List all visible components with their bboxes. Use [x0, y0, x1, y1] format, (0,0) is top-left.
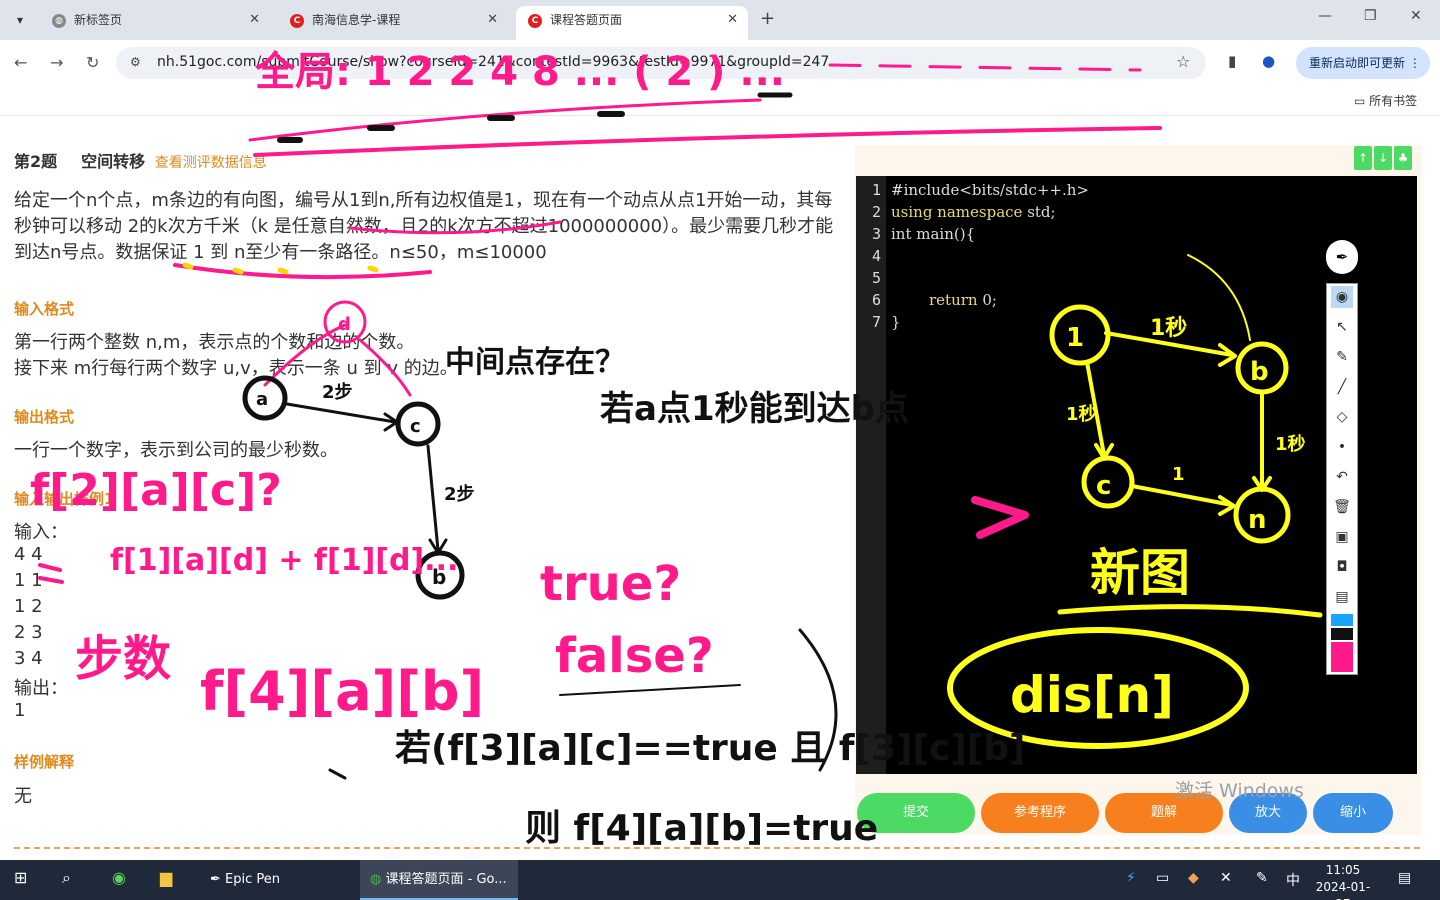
line-number: 6	[872, 291, 882, 309]
sample-input-label: 输入：	[14, 522, 68, 543]
ime-indicator[interactable]: 中	[1286, 870, 1300, 890]
clipboard-icon[interactable]: ▤	[1331, 586, 1353, 608]
problem-description: 给定一个n个点，m条边的有向图，编号从1到n,所有边权值是1，现在有一个动点从点…	[14, 190, 834, 263]
back-button[interactable]: ←	[14, 53, 27, 72]
line-number: 3	[872, 225, 882, 243]
tray-app-icon[interactable]: ⚡	[1126, 870, 1136, 886]
pen-tray-icon[interactable]: ✎	[1256, 870, 1268, 886]
epic-pen-handle-icon[interactable]: ✒	[1326, 240, 1358, 274]
close-window-button[interactable]: ✕	[1410, 8, 1422, 24]
globe-icon: ◍	[52, 13, 66, 28]
tab-bar: ▾ ◍ 新标签页 ✕ C 南海信息学-课程 ✕ C 课程答题页面 ✕ + — ❐ ✕	[0, 0, 1440, 40]
tray-app-icon[interactable]: ◆	[1188, 870, 1199, 886]
output-format-text: 一行一个数字，表示到公司的最少秒数。	[14, 440, 338, 461]
line-number: 2	[872, 203, 882, 221]
tab-course[interactable]: C 南海信息学-课程 ✕	[278, 6, 508, 40]
line-number: 5	[872, 269, 882, 287]
notification-icon[interactable]: ▤	[1398, 870, 1411, 886]
tab-search-icon[interactable]: ▾	[8, 8, 32, 32]
line-number: 7	[872, 313, 882, 331]
forward-button[interactable]: →	[50, 53, 63, 72]
url-text: nh.51goc.com/submitCourse/show?courseId=…	[157, 54, 830, 70]
taskbar-app-epic-pen[interactable]: ✒ Epic Pen	[200, 860, 354, 900]
side-panel-icon[interactable]: ▮	[1228, 52, 1236, 70]
search-icon[interactable]: ⌕	[62, 868, 71, 888]
code-line: }	[891, 313, 901, 331]
taskbar-app-chrome[interactable]: ◍ 课程答题页面 - Go...	[360, 860, 518, 900]
explain-text: 无	[14, 786, 32, 807]
line-number: 1	[872, 181, 882, 199]
cursor-icon[interactable]: ↖	[1331, 316, 1353, 338]
submit-button[interactable]: 提交	[857, 793, 975, 833]
scroll-up-button[interactable]: ↑	[1354, 146, 1372, 170]
pin-button[interactable]: ♣	[1394, 146, 1412, 170]
brush-size-icon[interactable]: •	[1331, 436, 1353, 458]
profile-icon[interactable]: ●	[1262, 52, 1275, 70]
trash-icon[interactable]: 🗑	[1331, 496, 1353, 518]
site-info-icon[interactable]: ⚙	[130, 55, 141, 69]
eye-icon[interactable]: ◉	[1331, 286, 1353, 308]
input-format-line: 接下来 m行每行两个数字 u,v，表示一条 u 到 v 的边。	[14, 358, 458, 379]
all-bookmarks[interactable]: ▭ 所有书签	[1354, 92, 1417, 109]
output-format-title: 输出格式	[14, 408, 75, 426]
close-tab-icon[interactable]: ✕	[727, 6, 738, 34]
epic-pen-icon: ✒	[210, 872, 226, 887]
volume-icon[interactable]: ✕	[1220, 870, 1232, 886]
start-icon[interactable]: ⊞	[14, 868, 27, 887]
app-icon[interactable]: ◉	[112, 868, 126, 887]
eraser-icon[interactable]: ◇	[1331, 406, 1353, 428]
new-tab-button[interactable]: +	[760, 8, 775, 29]
tab-new[interactable]: ◍ 新标签页 ✕	[40, 6, 270, 40]
input-format-title: 输入格式	[14, 300, 75, 318]
clock[interactable]: 11:052024-01-27	[1310, 862, 1376, 900]
site-favicon-icon: C	[528, 13, 542, 28]
chrome-icon: ◍	[370, 872, 386, 887]
sample-input-line: 1 2	[14, 596, 43, 617]
folder-icon: ▭	[1354, 94, 1370, 108]
sample-input-line: 2 3	[14, 622, 43, 643]
bookmark-bar	[0, 86, 1440, 116]
sample-input-line: 3 4	[14, 648, 43, 669]
screen: ▾ ◍ 新标签页 ✕ C 南海信息学-课程 ✕ C 课程答题页面 ✕ + — ❐ ✕ …	[0, 0, 1440, 900]
code-line: using namespace std;	[891, 203, 1056, 221]
camera-icon[interactable]: ◘	[1331, 556, 1353, 578]
explain-title: 样例解释	[14, 753, 75, 771]
line-gutter	[856, 176, 886, 774]
color-swatch-icon[interactable]	[1331, 642, 1353, 672]
pen-icon[interactable]: ✎	[1331, 346, 1353, 368]
close-tab-icon[interactable]: ✕	[249, 6, 260, 34]
color-swatch-icon[interactable]	[1331, 614, 1353, 626]
restore-button[interactable]: ❐	[1364, 8, 1377, 24]
eval-data-link[interactable]: 查看测评数据信息	[155, 155, 267, 171]
line-number: 4	[872, 247, 882, 265]
color-swatch-icon[interactable]	[1331, 628, 1353, 640]
problem-title: 第2题 空间转移 查看测评数据信息	[14, 152, 267, 171]
close-tab-icon[interactable]: ✕	[487, 6, 498, 34]
tab-answer-page[interactable]: C 课程答题页面 ✕	[516, 6, 748, 40]
reload-button[interactable]: ↻	[86, 53, 99, 72]
zoom-out-button[interactable]: 缩小	[1313, 793, 1393, 833]
bookmark-star-icon[interactable]: ☆	[1176, 52, 1190, 71]
scroll-down-button[interactable]: ↓	[1374, 146, 1392, 170]
code-line: int main(){	[891, 225, 976, 243]
sample-input-line: 1 1	[14, 570, 43, 591]
site-favicon-icon: C	[290, 13, 304, 28]
file-explorer-icon[interactable]: ▆	[160, 868, 172, 887]
sample-title: 输入输出样例1	[14, 490, 115, 508]
activate-windows-watermark: 激活 Windows	[1175, 780, 1304, 802]
reference-program-button[interactable]: 参考程序	[981, 793, 1099, 833]
input-format-line: 第一行两个整数 n,m，表示点的个数和边的个数。	[14, 332, 415, 353]
sample-input-line: 4 4	[14, 544, 43, 565]
sample-output-label: 输出：	[14, 678, 68, 699]
whiteboard-icon[interactable]: ▣	[1331, 526, 1353, 548]
undo-icon[interactable]: ↶	[1331, 466, 1353, 488]
network-icon[interactable]: ▭	[1156, 870, 1169, 886]
minimize-button[interactable]: —	[1318, 8, 1332, 24]
code-line: #include<bits/stdc++.h>	[891, 181, 1089, 199]
sample-output-value: 1	[14, 700, 26, 721]
relaunch-update-button[interactable]: 重新启动即可更新 ⋮	[1296, 47, 1430, 79]
highlighter-icon[interactable]: ╱	[1331, 376, 1353, 398]
dashed-divider	[14, 847, 1420, 849]
code-line: return 0;	[929, 291, 997, 309]
